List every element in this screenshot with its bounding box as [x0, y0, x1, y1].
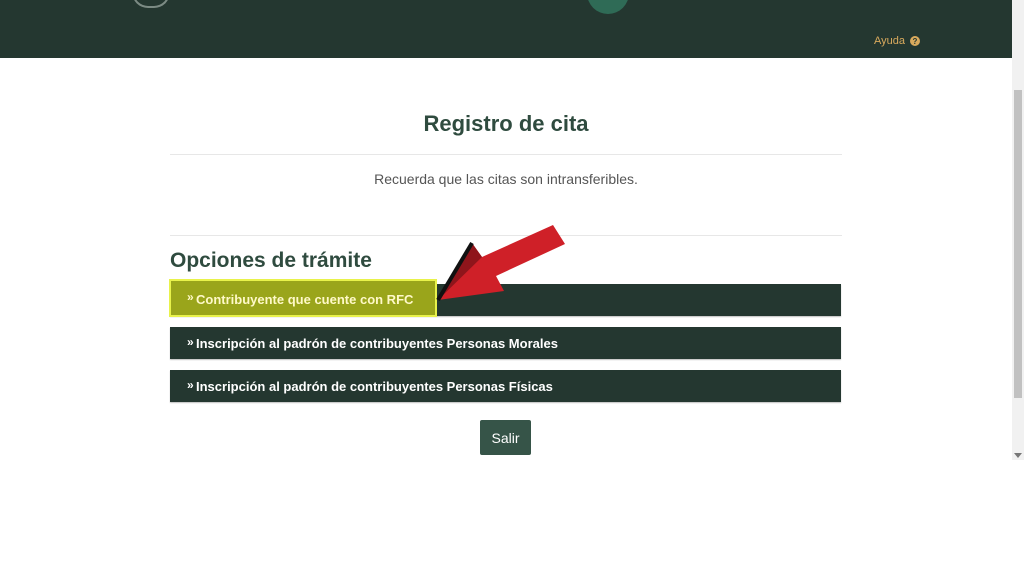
scroll-down-arrow-icon[interactable] [1014, 453, 1022, 458]
page-title: Registro de cita [423, 111, 589, 136]
title-divider [170, 154, 842, 155]
double-chevron-icon: » [187, 335, 194, 349]
option-personas-fisicas[interactable]: » Inscripción al padrón de contribuyente… [170, 370, 841, 402]
help-label: Ayuda [874, 35, 905, 47]
option-label: Inscripción al padrón de contribuyentes … [196, 379, 553, 394]
exit-button[interactable]: Salir [480, 420, 531, 455]
red-pointer-arrow-icon [436, 225, 565, 302]
option-label: Inscripción al padrón de contribuyentes … [196, 336, 558, 351]
vertical-scrollbar[interactable] [1012, 0, 1024, 460]
option-personas-morales[interactable]: » Inscripción al padrón de contribuyente… [170, 327, 841, 359]
help-icon: ? [910, 36, 920, 46]
emblem-fragment [587, 0, 629, 14]
section-title: Opciones de trámite [170, 249, 372, 272]
option-label: Contribuyente que cuente con RFC [196, 292, 414, 307]
page-subtitle: Recuerda que las citas son intransferibl… [374, 171, 638, 187]
double-chevron-icon: » [187, 378, 194, 392]
help-link[interactable]: Ayuda ? [874, 35, 920, 47]
double-chevron-icon: » [187, 290, 194, 304]
option-contribuyente-rfc[interactable]: » Contribuyente que cuente con RFC [169, 279, 437, 317]
government-logo-fragment [132, 0, 170, 8]
scrollbar-thumb[interactable] [1014, 90, 1022, 398]
top-header: Ayuda ? [0, 0, 1012, 58]
